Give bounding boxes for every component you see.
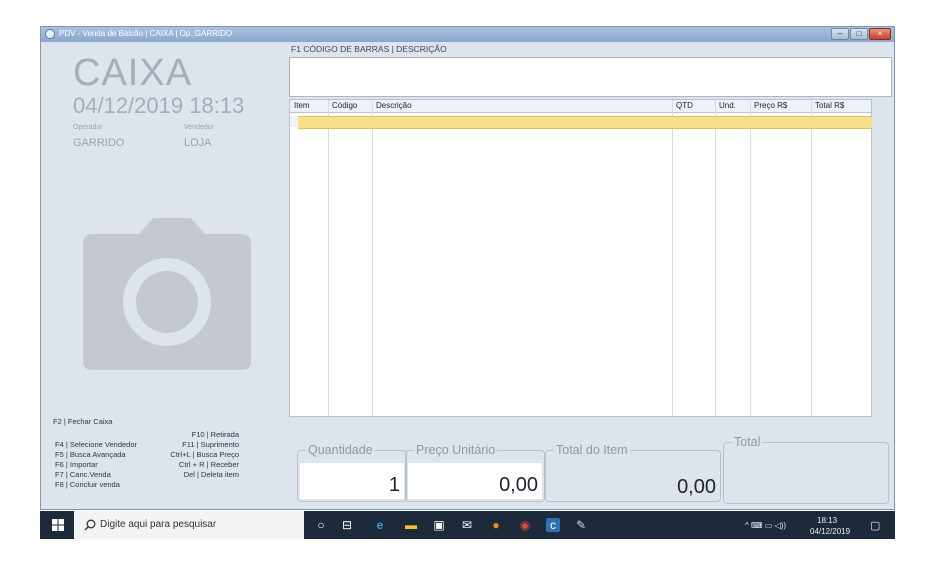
column-header-descricao[interactable]: Descrição	[376, 101, 412, 110]
title-bar[interactable]: PDV - Venda de Balcão | CAIXA | Op.:GARR…	[41, 27, 894, 42]
seller-value: LOJA	[184, 137, 212, 149]
preco-unitario-group: Preço Unitário 0,00	[405, 443, 545, 502]
column-divider	[372, 100, 373, 416]
shortcut-item: F4 | Selecione Vendedor	[55, 440, 138, 449]
column-header-preco[interactable]: Preço R$	[754, 101, 787, 110]
shortcut-item: F6 | Importar	[55, 460, 98, 469]
shortcut-item: F5 | Busca Avançada	[55, 450, 126, 459]
shortcut-item: F7 | Canc.Venda	[55, 470, 111, 479]
chrome-icon[interactable]: ◉	[518, 518, 532, 532]
column-divider	[672, 100, 673, 416]
file-explorer-icon[interactable]: ▬	[404, 518, 418, 532]
notification-icon[interactable]: ▢	[870, 519, 880, 532]
maximize-button[interactable]: □	[850, 28, 868, 40]
pdv-window: PDV - Venda de Balcão | CAIXA | Op.:GARR…	[40, 26, 895, 510]
column-header-item[interactable]: Item	[294, 101, 310, 110]
preco-unitario-input[interactable]: 0,00	[408, 463, 542, 499]
paint-icon[interactable]: ✎	[574, 518, 588, 532]
app-icon	[45, 29, 55, 39]
shortcut-item: Del | Deleta item	[183, 470, 239, 479]
taskbar-search-placeholder: Digite aqui para pesquisar	[100, 519, 217, 530]
preco-unitario-label: Preço Unitário	[414, 443, 498, 457]
quantidade-value: 1	[388, 474, 400, 496]
search-label: F1 CÓDIGO DE BARRAS | DESCRIÇÃO	[291, 44, 447, 54]
preco-unitario-value: 0,00	[499, 474, 538, 496]
column-divider	[750, 100, 751, 416]
store-icon[interactable]: ▣	[432, 518, 446, 532]
tray-icons[interactable]: ^ ⌨ ▭ ◁))	[745, 521, 786, 530]
firefox-icon[interactable]: ●	[489, 518, 503, 532]
table-row[interactable]	[298, 116, 872, 129]
total-item-group: Total do Item 0,00	[545, 443, 721, 502]
quantidade-input[interactable]: 1	[300, 463, 404, 499]
shortcut-item: F10 | Retirada	[191, 430, 239, 439]
taskbar: Digite aqui para pesquisar ○ ⊟ e ▬ ▣ ✉ ●…	[40, 511, 895, 539]
shortcut-item: F8 | Concluir venda	[55, 480, 120, 489]
left-panel: CAIXA 04/12/2019 18:13 Operador GARRIDO …	[41, 42, 287, 509]
total-group: Total	[723, 435, 889, 504]
minimize-button[interactable]: –	[831, 28, 849, 40]
column-header-und[interactable]: Und.	[719, 101, 736, 110]
camera-icon	[83, 218, 251, 370]
window-title: PDV - Venda de Balcão | CAIXA | Op.:GARR…	[59, 29, 233, 38]
taskbar-search[interactable]: Digite aqui para pesquisar	[74, 511, 304, 539]
column-header-total[interactable]: Total R$	[815, 101, 844, 110]
column-divider	[811, 100, 812, 416]
total-item-label: Total do Item	[554, 443, 630, 457]
operator-label: Operador	[73, 124, 103, 131]
fechar-caixa-shortcut: F2 | Fechar Caixa	[53, 417, 113, 426]
shortcut-item: F11 | Suprimento	[182, 440, 239, 449]
barcode-search-input[interactable]	[289, 57, 892, 97]
quantidade-label: Quantidade	[306, 443, 375, 457]
caixa-title: CAIXA	[73, 52, 193, 94]
column-divider	[715, 100, 716, 416]
windows-icon[interactable]	[51, 518, 65, 532]
seller-label: Vendedor	[184, 124, 214, 131]
shortcut-item: Ctrl + R | Receber	[178, 460, 239, 469]
column-header-qtd[interactable]: QTD	[676, 101, 693, 110]
column-header-codigo[interactable]: Código	[332, 101, 357, 110]
app-icon[interactable]: c	[546, 518, 560, 532]
quantidade-group: Quantidade 1	[297, 443, 407, 502]
search-icon	[84, 519, 96, 531]
shortcuts-right: F10 | Retirada F11 | Suprimento Ctrl+L |…	[159, 430, 239, 480]
taskbar-time: 18:13	[817, 516, 838, 525]
column-divider	[328, 100, 329, 416]
items-table[interactable]: Item Código Descrição QTD Und. Preço R$ …	[289, 99, 872, 417]
table-header: Item Código Descrição QTD Und. Preço R$ …	[290, 100, 871, 113]
shortcut-item: Ctrl+L | Busca Preço	[170, 450, 239, 459]
operator-value: GARRIDO	[73, 137, 125, 149]
cortana-icon[interactable]: ○	[314, 518, 328, 532]
total-item-value: 0,00	[677, 476, 716, 498]
close-button[interactable]: ×	[869, 28, 891, 40]
shortcuts-left: F4 | Selecione Vendedor F5 | Busca Avanç…	[55, 440, 137, 490]
task-view-icon[interactable]: ⊟	[340, 518, 354, 532]
total-label: Total	[732, 435, 763, 449]
mail-icon[interactable]: ✉	[460, 518, 474, 532]
taskbar-date: 04/12/2019	[810, 527, 851, 536]
main-panel: F1 CÓDIGO DE BARRAS | DESCRIÇÃO Item Cód…	[287, 42, 894, 509]
datetime-display: 04/12/2019 18:13	[73, 93, 245, 118]
edge-icon[interactable]: e	[373, 518, 387, 532]
